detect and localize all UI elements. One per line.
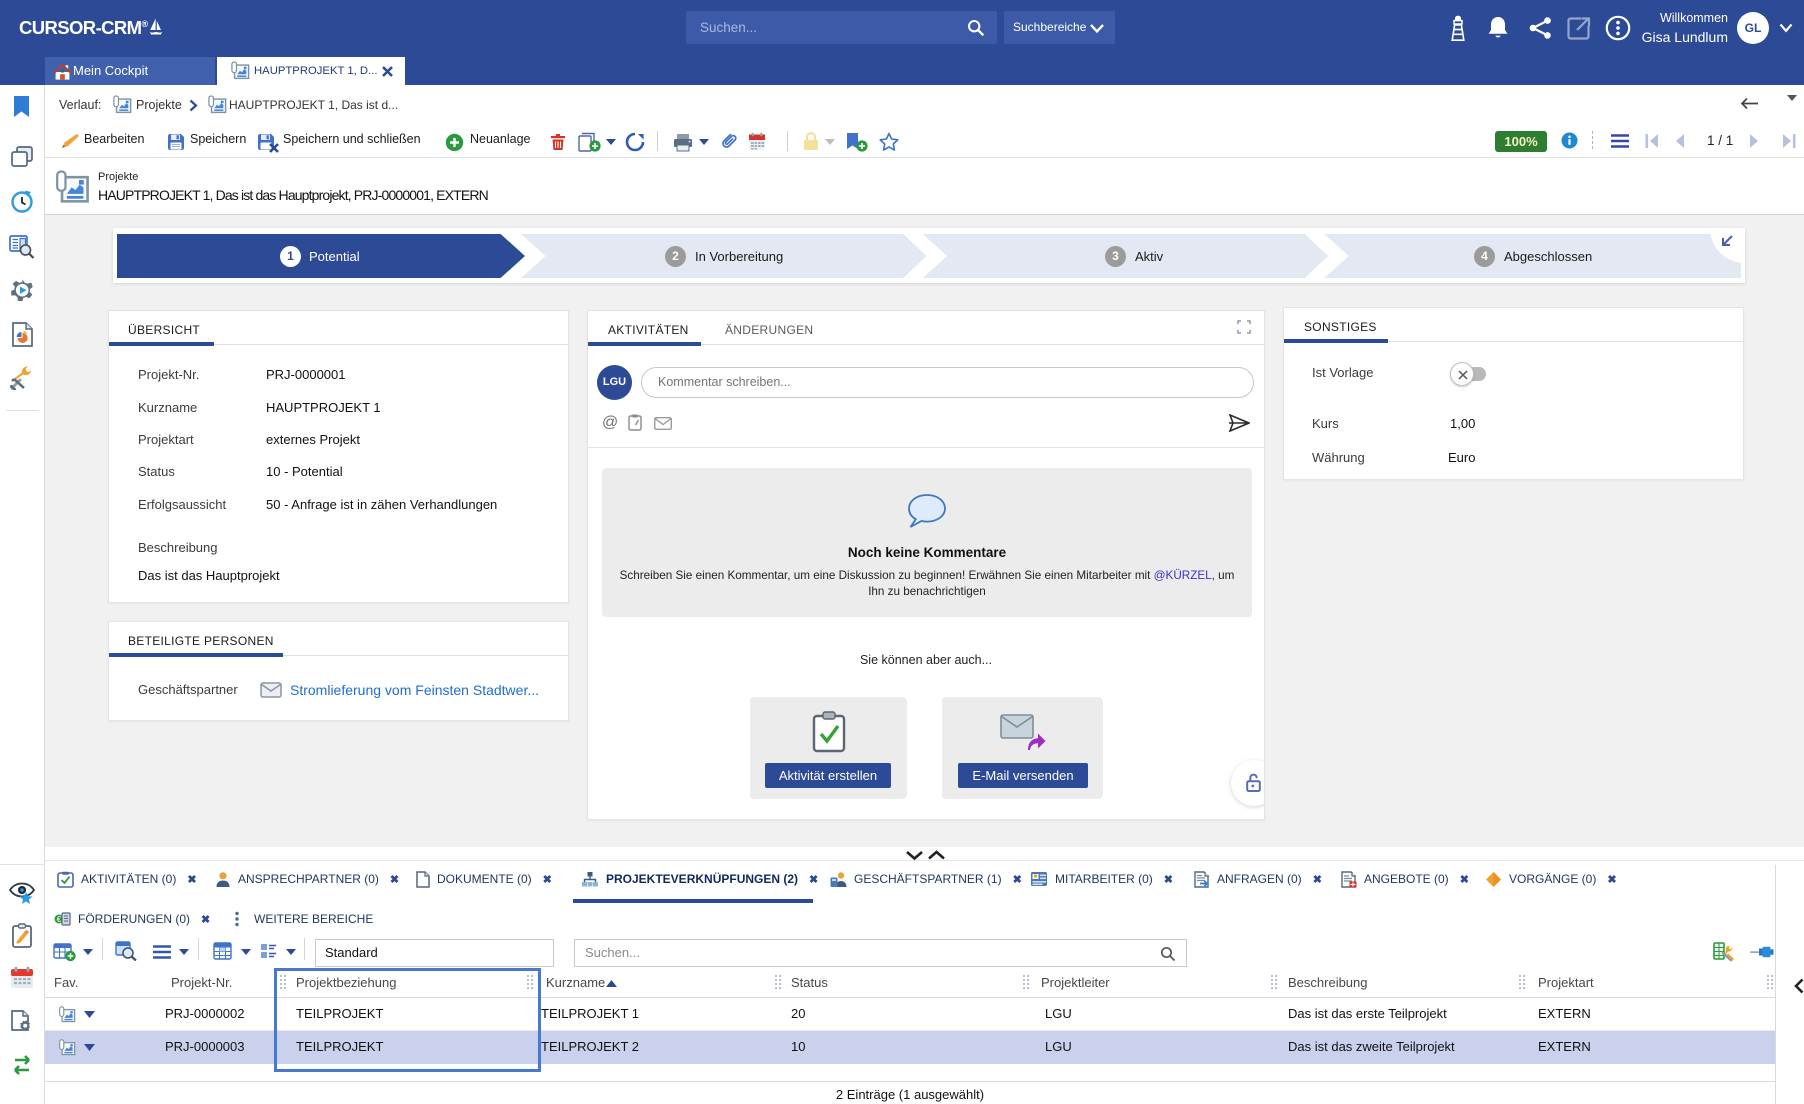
svg-text:€: € bbox=[57, 915, 62, 924]
